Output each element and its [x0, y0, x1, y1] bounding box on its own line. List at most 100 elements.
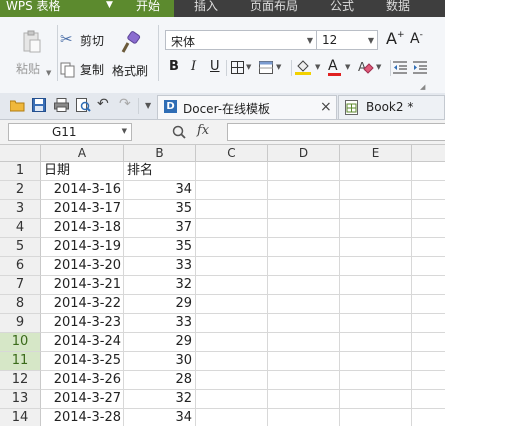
- row-header[interactable]: 12: [0, 371, 41, 390]
- table-cell[interactable]: [412, 390, 445, 409]
- table-cell[interactable]: 2014-3-18: [41, 219, 124, 238]
- undo-icon[interactable]: ↶: [97, 96, 109, 112]
- fill-color-button[interactable]: ▼: [295, 58, 325, 76]
- table-cell[interactable]: 33: [124, 257, 196, 276]
- table-cell[interactable]: [340, 219, 412, 238]
- grow-font-button[interactable]: A+: [386, 29, 405, 48]
- paste-dropdown-icon[interactable]: ▼: [46, 69, 51, 77]
- table-cell[interactable]: [268, 409, 340, 426]
- table-cell[interactable]: [196, 200, 268, 219]
- table-cell[interactable]: [340, 295, 412, 314]
- copy-button[interactable]: 复制: [60, 61, 108, 79]
- column-header-f[interactable]: [412, 145, 445, 162]
- print-icon[interactable]: [54, 98, 69, 112]
- dialog-launcher-icon[interactable]: ◢: [420, 83, 425, 91]
- table-cell[interactable]: 日期: [41, 162, 124, 181]
- table-cell[interactable]: [412, 371, 445, 390]
- table-cell[interactable]: [412, 333, 445, 352]
- font-name-select[interactable]: 宋体 ▼: [165, 30, 317, 50]
- table-cell[interactable]: 2014-3-16: [41, 181, 124, 200]
- table-cell[interactable]: [196, 162, 268, 181]
- table-cell[interactable]: 29: [124, 333, 196, 352]
- shrink-font-button[interactable]: A-: [410, 30, 423, 47]
- table-cell[interactable]: 2014-3-23: [41, 314, 124, 333]
- table-cell[interactable]: [412, 200, 445, 219]
- table-cell[interactable]: [268, 352, 340, 371]
- paste-button[interactable]: 粘贴: [16, 27, 46, 77]
- table-cell[interactable]: [412, 219, 445, 238]
- table-cell[interactable]: [340, 276, 412, 295]
- insert-function-button[interactable]: fx: [197, 123, 209, 138]
- table-cell[interactable]: [412, 162, 445, 181]
- row-header[interactable]: 8: [0, 295, 41, 314]
- tab-formulas[interactable]: 公式: [328, 0, 368, 17]
- column-header-b[interactable]: B: [124, 145, 196, 162]
- table-cell[interactable]: [268, 276, 340, 295]
- table-cell[interactable]: [196, 352, 268, 371]
- underline-button[interactable]: U: [210, 58, 220, 76]
- app-menu-button[interactable]: WPS 表格 ▼: [0, 0, 124, 17]
- table-cell[interactable]: [196, 371, 268, 390]
- table-cell[interactable]: [268, 314, 340, 333]
- table-cell[interactable]: [412, 238, 445, 257]
- font-size-select[interactable]: 12 ▼: [316, 30, 378, 50]
- column-header-e[interactable]: E: [340, 145, 412, 162]
- table-cell[interactable]: [196, 295, 268, 314]
- row-header[interactable]: 5: [0, 238, 41, 257]
- table-cell[interactable]: [268, 162, 340, 181]
- tab-docer-templates[interactable]: D Docer-在线模板 ×: [157, 95, 337, 119]
- table-cell[interactable]: [412, 409, 445, 426]
- table-cell[interactable]: 35: [124, 238, 196, 257]
- table-cell[interactable]: [340, 181, 412, 200]
- table-cell[interactable]: [340, 238, 412, 257]
- table-cell[interactable]: [196, 390, 268, 409]
- borders-button[interactable]: ▼: [231, 58, 255, 76]
- customize-toolbar-icon[interactable]: ▼: [145, 101, 151, 110]
- table-cell[interactable]: 2014-3-26: [41, 371, 124, 390]
- column-header-c[interactable]: C: [196, 145, 268, 162]
- table-cell[interactable]: [340, 371, 412, 390]
- tab-data[interactable]: 数据: [384, 0, 434, 17]
- select-all-corner[interactable]: [0, 145, 41, 162]
- table-cell[interactable]: 32: [124, 390, 196, 409]
- table-cell[interactable]: 35: [124, 200, 196, 219]
- name-box[interactable]: G11 ▼: [8, 123, 132, 141]
- table-cell[interactable]: 2014-3-19: [41, 238, 124, 257]
- font-color-button[interactable]: A ▼: [328, 58, 356, 76]
- row-header[interactable]: 6: [0, 257, 41, 276]
- table-cell[interactable]: [268, 200, 340, 219]
- table-cell[interactable]: [340, 333, 412, 352]
- table-cell[interactable]: [196, 238, 268, 257]
- row-header[interactable]: 9: [0, 314, 41, 333]
- table-cell[interactable]: 33: [124, 314, 196, 333]
- table-cell[interactable]: [268, 333, 340, 352]
- table-cell[interactable]: [268, 219, 340, 238]
- table-cell[interactable]: [340, 390, 412, 409]
- table-cell[interactable]: [340, 409, 412, 426]
- row-header[interactable]: 2: [0, 181, 41, 200]
- table-cell[interactable]: [412, 314, 445, 333]
- worksheet-grid[interactable]: A B C D E 1 日期 排名 2 2014-3-16 34 3 2014-3-17 35 4…: [0, 145, 445, 426]
- table-cell[interactable]: 2014-3-20: [41, 257, 124, 276]
- table-cell[interactable]: 2014-3-17: [41, 200, 124, 219]
- table-cell[interactable]: [196, 314, 268, 333]
- table-cell[interactable]: [268, 371, 340, 390]
- table-cell[interactable]: [340, 257, 412, 276]
- table-cell[interactable]: 2014-3-24: [41, 333, 124, 352]
- tab-insert[interactable]: 插入: [188, 0, 238, 17]
- table-cell[interactable]: [340, 200, 412, 219]
- table-cell[interactable]: [412, 181, 445, 200]
- table-cell[interactable]: [268, 295, 340, 314]
- table-cell[interactable]: [412, 352, 445, 371]
- table-cell[interactable]: [412, 295, 445, 314]
- row-header[interactable]: 14: [0, 409, 41, 426]
- row-header[interactable]: 13: [0, 390, 41, 409]
- row-header[interactable]: 7: [0, 276, 41, 295]
- decrease-indent-button[interactable]: [393, 58, 409, 76]
- tab-home[interactable]: 开始: [124, 0, 174, 17]
- table-cell[interactable]: 排名: [124, 162, 196, 181]
- table-cell[interactable]: [268, 257, 340, 276]
- table-cell[interactable]: 37: [124, 219, 196, 238]
- bold-button[interactable]: B: [169, 58, 179, 76]
- table-cell[interactable]: [196, 276, 268, 295]
